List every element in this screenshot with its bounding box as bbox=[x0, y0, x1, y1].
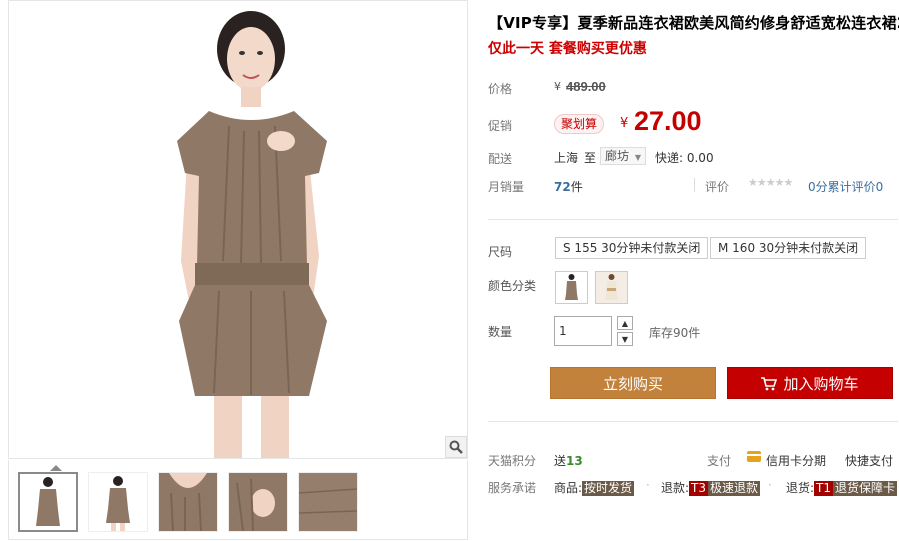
service-return-prefix: 退货: bbox=[786, 481, 815, 495]
credit-card-icon bbox=[747, 451, 761, 462]
product-title: 【VIP专享】夏季新品连衣裙欧美风简约修身舒适宽松连衣裙2 bbox=[488, 14, 899, 32]
thumb-image bbox=[299, 473, 357, 531]
points-label: 天猫积分 bbox=[488, 454, 537, 468]
service-item-return[interactable]: 退货: T1 退货保障卡 bbox=[786, 479, 898, 496]
monthly-sales-unit: 件 bbox=[570, 180, 583, 194]
ship-from: 上海 bbox=[554, 151, 579, 165]
rating-summary-link[interactable]: 0分累计评价0 bbox=[808, 178, 883, 195]
service-item-refund[interactable]: 退款: T3 极速退款 bbox=[661, 479, 761, 496]
price-label: 价格 bbox=[488, 82, 513, 96]
monthly-sales: 72件 bbox=[554, 178, 583, 195]
quantity-increase-button[interactable]: ▲ bbox=[617, 316, 633, 330]
stock-text: 库存90件 bbox=[649, 326, 701, 340]
shipping-label: 配送 bbox=[488, 152, 513, 166]
model-photo bbox=[9, 1, 467, 458]
return-code-tag: T1 bbox=[814, 481, 834, 496]
original-price: 489.00 bbox=[566, 79, 606, 94]
service-item-ontime[interactable]: 商品: 按时发货 bbox=[554, 479, 635, 496]
divider bbox=[488, 219, 898, 220]
separator-dot: · bbox=[646, 478, 650, 492]
monthly-sales-label: 月销量 bbox=[488, 180, 525, 194]
divider bbox=[488, 421, 898, 422]
color-label: 颜色分类 bbox=[488, 279, 537, 293]
divider bbox=[694, 178, 695, 192]
thumbnail-2[interactable] bbox=[88, 472, 148, 532]
thumbnail-1[interactable] bbox=[18, 472, 78, 532]
thumbnail-strip bbox=[8, 460, 468, 540]
thumbnail-5[interactable] bbox=[298, 472, 358, 532]
color-swatch-image bbox=[596, 272, 627, 303]
add-to-cart-label: 加入购物车 bbox=[783, 375, 859, 393]
points-amount: 13 bbox=[566, 454, 583, 468]
thumb-image bbox=[89, 473, 147, 531]
destination-city-select[interactable]: 廊坊 ▼ bbox=[600, 147, 646, 165]
original-price-currency: ¥ bbox=[554, 80, 561, 93]
quantity-label: 数量 bbox=[488, 325, 513, 339]
ship-to-word: 至 bbox=[584, 151, 597, 165]
thumb-image bbox=[229, 473, 287, 531]
thumb-image bbox=[159, 473, 217, 531]
service-refund-prefix: 退款: bbox=[661, 481, 690, 495]
color-option-2[interactable] bbox=[595, 271, 628, 304]
ontime-ship-tag: 按时发货 bbox=[582, 481, 635, 496]
separator-dot: · bbox=[768, 478, 772, 492]
chevron-down-icon: ▼ bbox=[621, 334, 629, 344]
size-label: 尺码 bbox=[488, 245, 513, 259]
juhuasuan-badge: 聚划算 bbox=[554, 114, 605, 134]
points-value: 送13 bbox=[554, 452, 583, 469]
service-ontime-prefix: 商品: bbox=[554, 481, 583, 495]
promo-price: 27.00 bbox=[634, 106, 702, 136]
refund-code-tag: T3 bbox=[689, 481, 709, 496]
express-fee: 快递: 0.00 bbox=[655, 151, 714, 165]
quantity-input[interactable]: 1 bbox=[554, 316, 612, 346]
thumbnail-3[interactable] bbox=[158, 472, 218, 532]
size-option-s[interactable]: S 155 30分钟未付款关闭 bbox=[555, 237, 709, 259]
rating-stars-icon: ★★★★★ bbox=[748, 176, 793, 189]
destination-city: 廊坊 bbox=[605, 149, 630, 163]
thumb-image bbox=[20, 474, 76, 530]
magnifier-icon bbox=[449, 440, 463, 454]
chevron-up-icon: ▲ bbox=[621, 318, 629, 328]
cart-icon bbox=[761, 370, 778, 402]
fast-refund-tag: 极速退款 bbox=[708, 481, 761, 496]
thumbnail-4[interactable] bbox=[228, 472, 288, 532]
buy-now-button[interactable]: 立刻购买 bbox=[550, 367, 716, 399]
service-label: 服务承诺 bbox=[488, 481, 537, 495]
credit-installment[interactable]: 信用卡分期 bbox=[766, 452, 826, 469]
zoom-button[interactable] bbox=[445, 436, 467, 458]
payment-label: 支付 bbox=[707, 454, 732, 468]
points-send-word: 送 bbox=[554, 454, 567, 468]
color-option-1[interactable] bbox=[555, 271, 588, 304]
promo-price-currency: ¥ bbox=[620, 116, 629, 131]
rating-label: 评价 bbox=[705, 180, 730, 194]
product-subtitle: 仅此一天 套餐购买更优惠 bbox=[488, 41, 647, 57]
selected-thumb-arrow-icon bbox=[50, 465, 62, 471]
size-option-m[interactable]: M 160 30分钟未付款关闭 bbox=[710, 237, 867, 259]
quick-pay[interactable]: 快捷支付 bbox=[845, 452, 893, 469]
promo-label: 促销 bbox=[488, 119, 513, 133]
quantity-decrease-button[interactable]: ▼ bbox=[617, 332, 633, 346]
return-guarantee-tag: 退货保障卡 bbox=[833, 481, 898, 496]
add-to-cart-button[interactable]: 加入购物车 bbox=[727, 367, 893, 399]
main-product-image[interactable] bbox=[8, 0, 468, 459]
color-swatch-image bbox=[556, 272, 587, 303]
chevron-down-icon: ▼ bbox=[634, 153, 641, 162]
monthly-sales-count: 72 bbox=[554, 180, 571, 194]
